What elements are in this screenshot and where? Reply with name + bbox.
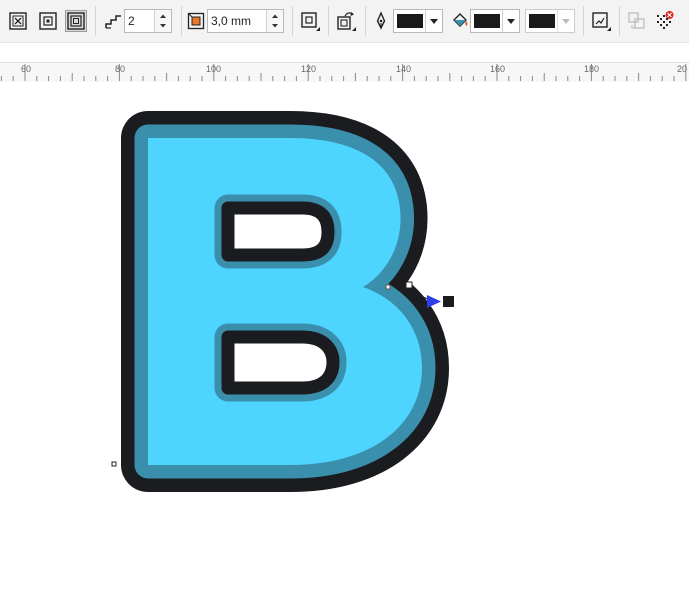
contour-offset-value[interactable]: 3,0 mm <box>211 14 251 28</box>
ruler-label: 140 <box>396 64 412 74</box>
ruler-label: 180 <box>584 64 600 74</box>
chevron-down-icon <box>507 19 515 24</box>
contour-color-direction-button[interactable] <box>335 10 357 32</box>
letter-b-shape[interactable] <box>148 138 422 465</box>
toolbar-separator <box>583 6 584 36</box>
contour-corners-icon <box>301 12 320 31</box>
contour-steps-spin-arrows[interactable] <box>154 10 171 32</box>
ruler-label: 120 <box>301 64 317 74</box>
property-bar-contour: 2 3,0 mm <box>0 0 689 43</box>
fill-bucket-icon <box>453 13 468 27</box>
chevron-down-icon <box>430 19 438 24</box>
contour-steps-stepper[interactable]: 2 <box>124 9 172 33</box>
toolbar-separator <box>328 6 329 36</box>
ruler-label: 160 <box>490 64 506 74</box>
spin-up-down-icon <box>160 14 166 28</box>
object-acceleration-button[interactable] <box>590 10 612 32</box>
toolbar-separator <box>619 6 620 36</box>
copy-contour-properties-icon <box>628 12 645 29</box>
fill-color-label <box>450 11 470 31</box>
ruler-label: 80 <box>115 64 126 74</box>
ruler-label: 100 <box>206 64 222 74</box>
object-acceleration-icon <box>592 12 611 31</box>
contour-offset-icon <box>187 12 205 30</box>
clear-contour-button[interactable] <box>654 10 676 32</box>
contour-node-handle[interactable] <box>405 281 413 289</box>
contour-steps-icon <box>105 15 121 29</box>
inside-contour-button[interactable] <box>37 10 59 32</box>
upper-counter-inner <box>221 201 335 262</box>
outline-color-dropdown[interactable] <box>425 10 442 32</box>
selection-corner-handle[interactable] <box>111 461 117 467</box>
ruler-label: 60 <box>21 64 32 74</box>
contour-offset-spin-arrows[interactable] <box>266 10 283 32</box>
contour-steps-label <box>104 11 124 31</box>
outline-color-picker[interactable] <box>393 9 443 33</box>
contour-steps-value[interactable]: 2 <box>128 14 135 28</box>
chevron-down-icon <box>562 19 570 24</box>
fill-color-dropdown[interactable] <box>502 10 519 32</box>
accel-color-picker[interactable] <box>525 9 575 33</box>
copy-contour-properties-button <box>626 10 648 32</box>
contour-to-center-icon <box>9 12 27 30</box>
drawing-page <box>111 82 454 591</box>
outline-color-swatch[interactable] <box>397 14 423 28</box>
outside-contour-icon <box>67 12 85 30</box>
horizontal-ruler[interactable]: 60 80 100 120 140 160 180 20 <box>0 62 689 82</box>
fill-color-picker[interactable] <box>470 9 520 33</box>
fill-color-swatch[interactable] <box>474 14 500 28</box>
contour-to-center-button[interactable] <box>7 10 29 32</box>
ruler-label: 20 <box>677 64 688 74</box>
contour-end-handle[interactable] <box>443 296 454 307</box>
contour-color-direction-icon <box>337 12 356 31</box>
contour-offset-stepper[interactable]: 3,0 mm <box>207 9 284 33</box>
drawing-canvas[interactable] <box>0 82 689 591</box>
contour-offset-label <box>186 11 206 31</box>
toolbar-separator <box>181 6 182 36</box>
lower-counter-inner <box>221 330 340 395</box>
spin-up-down-icon <box>272 14 278 28</box>
clear-contour-icon <box>657 11 674 29</box>
inside-contour-icon <box>39 12 57 30</box>
toolbar-separator <box>365 6 366 36</box>
accel-color-swatch[interactable] <box>529 14 555 28</box>
outline-color-label <box>372 11 390 31</box>
outline-pen-icon <box>376 11 386 30</box>
toolbar-separator <box>95 6 96 36</box>
toolbar-separator <box>292 6 293 36</box>
accel-color-dropdown <box>557 10 574 32</box>
contour-corners-button[interactable] <box>299 10 321 32</box>
contour-start-handle[interactable] <box>385 284 391 290</box>
outside-contour-button[interactable] <box>65 10 87 32</box>
contour-offset-arrow-icon[interactable] <box>427 295 441 308</box>
